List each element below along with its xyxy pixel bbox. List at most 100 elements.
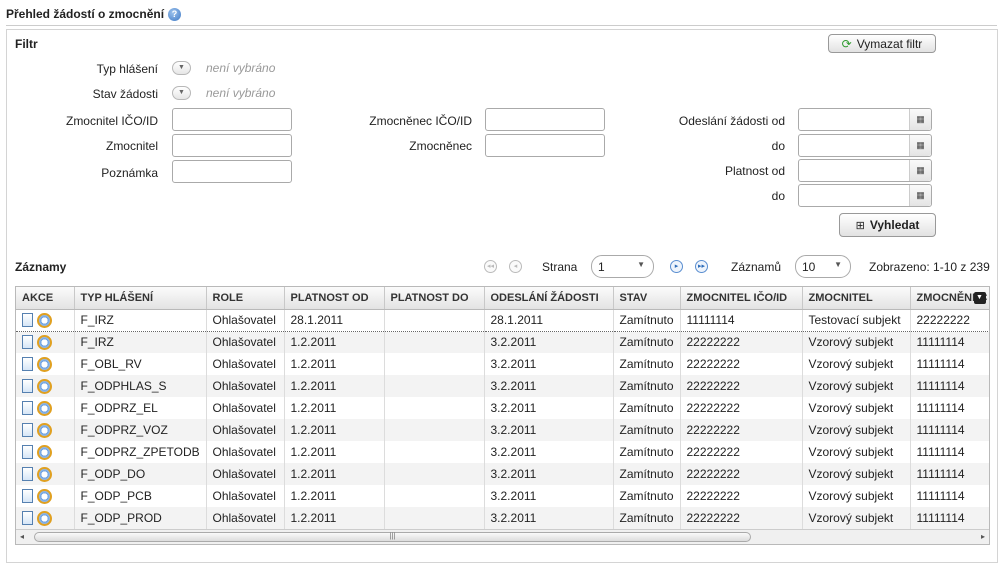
table-row[interactable]: F_IRZ Ohlašovatel 28.1.2011 28.1.2011 Zamítn…	[16, 308, 989, 332]
table-row[interactable]: F_ODPRZ_VOZ Ohlašovatel 1.2.2011 3.2.2011 Za…	[16, 419, 989, 441]
document-icon[interactable]	[22, 511, 33, 526]
table-row[interactable]: F_ODPHLAS_S Ohlašovatel 1.2.2011 3.2.2011 Za…	[16, 375, 989, 397]
history-icon[interactable]	[37, 356, 52, 372]
history-icon[interactable]	[37, 488, 52, 504]
next-page-icon[interactable]: ▸	[670, 260, 683, 273]
search-button[interactable]: ⊞ Vyhledat	[839, 213, 936, 237]
action-cell	[16, 485, 75, 507]
document-icon[interactable]	[22, 489, 33, 504]
document-icon[interactable]	[22, 401, 33, 416]
table-cell: 22222222	[680, 397, 803, 419]
table-row[interactable]: F_ODP_DO Ohlašovatel 1.2.2011 3.2.2011 Zamít…	[16, 463, 989, 485]
table-cell: Zamítnuto	[613, 331, 681, 353]
action-cell	[16, 463, 75, 485]
table-cell: 3.2.2011	[484, 353, 614, 375]
calendar-icon[interactable]: ▦	[909, 135, 931, 156]
history-icon[interactable]	[37, 378, 52, 394]
last-page-icon[interactable]: ▸▸	[695, 260, 708, 273]
table-row[interactable]: F_ODP_PROD Ohlašovatel 1.2.2011 3.2.2011 Zam…	[16, 507, 989, 529]
table-row[interactable]: F_ODPRZ_EL Ohlašovatel 1.2.2011 3.2.2011 Zam…	[16, 397, 989, 419]
table-cell: 11111114	[910, 331, 989, 353]
clear-filter-button[interactable]: ⟳ Vymazat filtr	[828, 34, 936, 53]
table-cell: F_ODPRZ_ZPETODB	[74, 441, 207, 463]
poznamka-input[interactable]	[172, 160, 292, 183]
calendar-icon[interactable]: ▦	[909, 109, 931, 130]
table-row[interactable]: F_ODP_PCB Ohlašovatel 1.2.2011 3.2.2011 Zamí…	[16, 485, 989, 507]
refresh-icon: ⟳	[841, 36, 852, 51]
column-menu-icon[interactable]: ▼	[973, 292, 986, 304]
table-cell	[384, 419, 485, 441]
zmocnenec-ico-input[interactable]	[485, 108, 605, 131]
column-header[interactable]: ZMOCNITEL	[802, 287, 911, 310]
calendar-icon[interactable]: ▦	[909, 160, 931, 181]
table-cell: 11111114	[910, 463, 989, 485]
history-icon[interactable]	[37, 312, 52, 328]
horizontal-scrollbar[interactable]: ◂ ||| ▸	[16, 529, 989, 544]
zmocnitel-input[interactable]	[172, 134, 292, 157]
table-cell: 1.2.2011	[284, 419, 385, 441]
zmocnitel-ico-input[interactable]	[172, 108, 292, 131]
column-header[interactable]: TYP HLÁŠENÍ	[74, 287, 207, 310]
table-cell	[384, 331, 485, 353]
table-cell: Zamítnuto	[613, 353, 681, 375]
table-cell: Ohlašovatel	[206, 485, 285, 507]
action-cell	[16, 331, 75, 353]
question-icon[interactable]: ?	[168, 8, 181, 21]
platnost-do-input[interactable]: ▦	[798, 184, 932, 207]
column-header[interactable]: ZMOCNITEL IČO/ID	[680, 287, 803, 310]
column-header[interactable]: STAV	[613, 287, 681, 310]
stav-zadosti-dropdown[interactable]: ▼	[172, 86, 191, 100]
table-cell: 3.2.2011	[484, 507, 614, 529]
table-cell: Vzorový subjekt	[802, 331, 911, 353]
table-row[interactable]: F_ODPRZ_ZPETODB Ohlašovatel 1.2.2011 3.2.20…	[16, 441, 989, 463]
scroll-thumb[interactable]: |||	[34, 532, 751, 542]
platnost-od-input[interactable]: ▦	[798, 159, 932, 182]
column-header[interactable]: ZMOCNĚNEC ▼	[910, 287, 989, 310]
odeslani-od-input[interactable]: ▦	[798, 108, 932, 131]
column-header[interactable]: AKCE	[16, 287, 75, 310]
document-icon[interactable]	[22, 335, 33, 350]
history-icon[interactable]	[37, 466, 52, 482]
table-cell: 11111114	[910, 485, 989, 507]
history-icon[interactable]	[37, 422, 52, 438]
table-cell: Vzorový subjekt	[802, 419, 911, 441]
table-cell: Vzorový subjekt	[802, 441, 911, 463]
table-cell: 22222222	[680, 441, 803, 463]
history-icon[interactable]	[37, 334, 52, 350]
table-cell: 22222222	[910, 308, 989, 332]
scroll-right-icon[interactable]: ▸	[981, 532, 985, 541]
zmocnenec-input[interactable]	[485, 134, 605, 157]
count-select[interactable]: 10 ▼	[795, 255, 851, 278]
calendar-icon[interactable]: ▦	[909, 185, 931, 206]
history-icon[interactable]	[37, 444, 52, 460]
column-header[interactable]: PLATNOST OD	[284, 287, 385, 310]
table-row[interactable]: F_IRZ Ohlašovatel 1.2.2011 3.2.2011 Zamítnut…	[16, 331, 989, 353]
scroll-left-icon[interactable]: ◂	[20, 532, 24, 541]
column-header[interactable]: PLATNOST DO	[384, 287, 485, 310]
column-header[interactable]: ROLE	[206, 287, 285, 310]
zmocnenec-ico-label: Zmocněnec IČO/ID	[369, 114, 472, 128]
table-cell: Ohlašovatel	[206, 308, 285, 332]
table-cell: Vzorový subjekt	[802, 507, 911, 529]
document-icon[interactable]	[22, 445, 33, 460]
document-icon[interactable]	[22, 313, 33, 328]
table-cell: F_IRZ	[74, 331, 207, 353]
table-cell	[384, 485, 485, 507]
table-cell: 28.1.2011	[284, 308, 385, 332]
page-select[interactable]: 1 ▼	[591, 255, 654, 278]
table-cell: 11111114	[910, 375, 989, 397]
prev-page-icon[interactable]: ◂	[509, 260, 522, 273]
table-cell: Vzorový subjekt	[802, 485, 911, 507]
column-header[interactable]: ODESLÁNÍ ŽÁDOSTI	[484, 287, 614, 310]
table-row[interactable]: F_OBL_RV Ohlašovatel 1.2.2011 3.2.2011 Zamít…	[16, 353, 989, 375]
document-icon[interactable]	[22, 379, 33, 394]
document-icon[interactable]	[22, 467, 33, 482]
document-icon[interactable]	[22, 423, 33, 438]
document-icon[interactable]	[22, 357, 33, 372]
table-cell: Vzorový subjekt	[802, 463, 911, 485]
odeslani-do-input[interactable]: ▦	[798, 134, 932, 157]
history-icon[interactable]	[37, 400, 52, 416]
first-page-icon[interactable]: ◂◂	[484, 260, 497, 273]
typ-hlaseni-dropdown[interactable]: ▼	[172, 61, 191, 75]
history-icon[interactable]	[37, 510, 52, 526]
